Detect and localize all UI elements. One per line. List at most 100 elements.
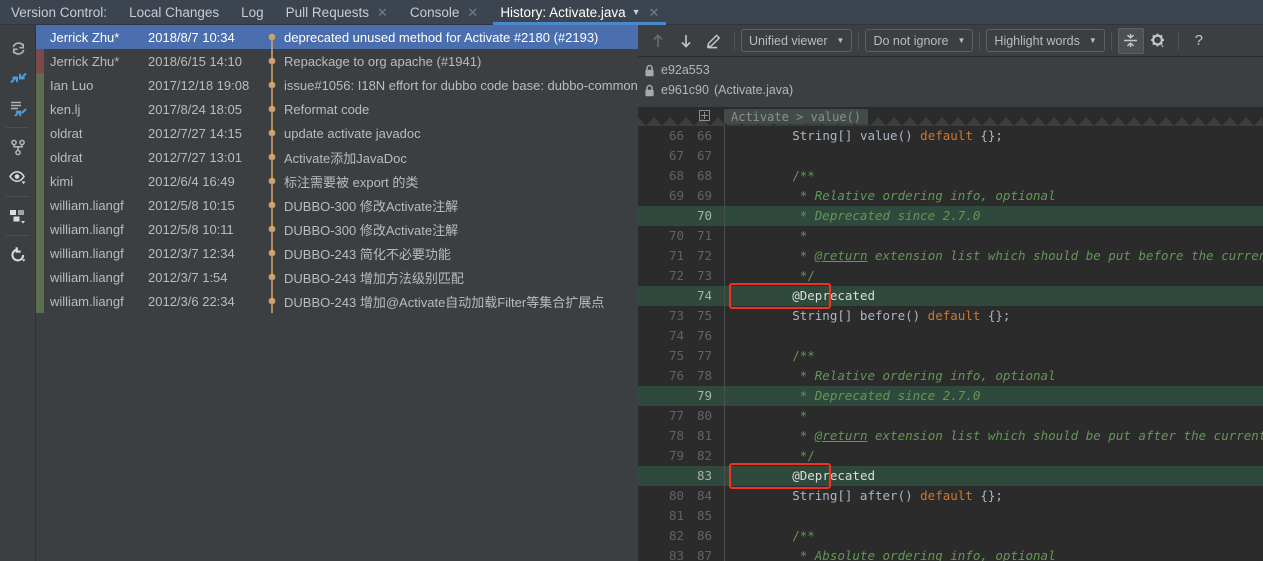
code-line[interactable]: 70 71 * xyxy=(638,226,1263,246)
group-by-button[interactable] xyxy=(0,201,36,231)
code-line[interactable]: 79 * Deprecated since 2.7.0 xyxy=(638,386,1263,406)
revert-button[interactable] xyxy=(0,240,36,270)
commit-date: 2012/5/8 10:15 xyxy=(148,197,235,213)
code-line[interactable]: 73 75 String[] before() default {}; xyxy=(638,306,1263,326)
commit-row[interactable]: william.liangf 2012/5/8 10:11 DUBBO-300 修改… xyxy=(36,217,638,241)
code-line[interactable]: 78 81 * @return extension list which shou… xyxy=(638,426,1263,446)
close-icon[interactable]: ✕ xyxy=(377,6,388,19)
line-number-new: 74 xyxy=(696,288,712,303)
code-token: /** xyxy=(732,168,815,183)
tab-local-changes[interactable]: Local Changes xyxy=(118,0,230,24)
next-difference-button[interactable] xyxy=(672,28,700,54)
code-text: * @return extension list which should be… xyxy=(732,246,1263,266)
commit-date: 2012/6/4 16:49 xyxy=(148,173,235,189)
commit-row[interactable]: william.liangf 2012/3/7 1:54 DUBBO-243 增加方… xyxy=(36,265,638,289)
fold-label[interactable]: Activate > value() xyxy=(724,109,869,124)
code-line[interactable]: 67 67 xyxy=(638,146,1263,166)
highlight-label: Highlight words xyxy=(994,33,1080,48)
code-line[interactable]: 82 86 /** xyxy=(638,526,1263,546)
code-line[interactable]: 76 78 * Relative ordering info, optional xyxy=(638,366,1263,386)
tab-version-control[interactable]: Version Control: xyxy=(0,0,118,24)
commit-date: 2012/5/8 10:11 xyxy=(148,221,234,237)
code-token: * xyxy=(732,248,815,263)
revision-line[interactable]: e92a553 xyxy=(644,60,1263,80)
chevron-down-icon: ▼ xyxy=(836,36,845,45)
code-line[interactable]: 74 76 xyxy=(638,326,1263,346)
commit-row[interactable]: william.liangf 2012/3/7 12:34 DUBBO-243 简化… xyxy=(36,241,638,265)
tool-window-tab-bar: Version Control: Local Changes Log Pull Req… xyxy=(0,0,1263,25)
code-line[interactable]: 80 84 String[] after() default {}; xyxy=(638,486,1263,506)
code-text: * @return extension list which should be… xyxy=(732,426,1263,446)
help-button[interactable]: ? xyxy=(1185,28,1213,54)
code-token: @return xyxy=(814,428,868,443)
commit-node-icon xyxy=(260,49,284,73)
show-details-button[interactable] xyxy=(0,162,36,192)
code-line[interactable]: 71 72 * @return extension list which shou… xyxy=(638,246,1263,266)
commit-row[interactable]: oldrat 2012/7/27 14:15 update activate jav… xyxy=(36,121,638,145)
diff-pane[interactable]: Unified viewer ▼ Do not ignore ▼ Highlig… xyxy=(638,25,1263,561)
commit-history-panel[interactable]: Jerrick Zhu* 2018/8/7 10:34 deprecated unu… xyxy=(36,25,638,561)
code-text: /** xyxy=(732,346,815,366)
close-icon[interactable]: ✕ xyxy=(467,6,478,19)
code-line[interactable]: 69 69 * Relative ordering info, optional xyxy=(638,186,1263,206)
collapse-all-button[interactable] xyxy=(0,63,36,93)
tab-console[interactable]: Console ✕ xyxy=(399,0,489,24)
code-line[interactable]: 79 82 */ xyxy=(638,446,1263,466)
highlight-dropdown[interactable]: Highlight words ▼ xyxy=(986,29,1105,52)
code-line[interactable]: 70 * Deprecated since 2.7.0 xyxy=(638,206,1263,226)
close-icon[interactable]: ✕ xyxy=(649,6,660,19)
viewer-mode-dropdown[interactable]: Unified viewer ▼ xyxy=(741,29,853,52)
code-line[interactable]: 83 87 * Absolute ordering info, optional xyxy=(638,546,1263,561)
code-line[interactable]: 74 @Deprecated xyxy=(638,286,1263,306)
whitespace-label: Do not ignore xyxy=(873,33,949,48)
commit-author: oldrat xyxy=(50,149,83,165)
tab-log[interactable]: Log xyxy=(230,0,275,24)
chevron-down-icon: ▼ xyxy=(957,36,966,45)
previous-difference-button[interactable] xyxy=(644,28,672,54)
commit-row[interactable]: Jerrick Zhu* 2018/6/15 14:10 Repackage to … xyxy=(36,49,638,73)
commit-row[interactable]: Ian Luo 2017/12/18 19:08 issue#1056: I18N … xyxy=(36,73,638,97)
commit-row[interactable]: oldrat 2012/7/27 13:01 Activate添加JavaDoc xyxy=(36,145,638,169)
code-line[interactable]: 72 73 */ xyxy=(638,266,1263,286)
whitespace-dropdown[interactable]: Do not ignore ▼ xyxy=(865,29,974,52)
code-line[interactable]: 75 77 /** xyxy=(638,346,1263,366)
commit-row[interactable]: ken.lj 2017/8/24 18:05 Reformat code xyxy=(36,97,638,121)
diff-settings-button[interactable] xyxy=(1144,28,1172,54)
commit-list[interactable]: Jerrick Zhu* 2018/8/7 10:34 deprecated unu… xyxy=(36,25,638,313)
tab-history-activate-java[interactable]: History: Activate.java ▼ ✕ xyxy=(489,0,670,25)
tab-pull-requests[interactable]: Pull Requests ✕ xyxy=(275,0,399,24)
gutter-divider xyxy=(724,386,725,406)
code-line[interactable]: 68 68 /** xyxy=(638,166,1263,186)
commit-subject: DUBBO-300 修改Activate注解 xyxy=(284,198,459,214)
line-number-new: 85 xyxy=(696,508,712,523)
edit-source-button[interactable] xyxy=(700,28,728,54)
commit-subject: DUBBO-243 简化不必要功能 xyxy=(284,246,451,262)
commit-row[interactable]: kimi 2012/6/4 16:49 标注需要被 export 的类 xyxy=(36,169,638,193)
code-line[interactable]: 66 66 String[] value() default {}; xyxy=(638,126,1263,146)
revision-line[interactable]: e961c90 (Activate.java) xyxy=(644,80,1263,100)
commit-date: 2018/6/15 14:10 xyxy=(148,53,242,69)
chevron-down-icon[interactable]: ▼ xyxy=(632,7,641,17)
collapse-unchanged-button[interactable] xyxy=(1117,27,1144,54)
line-number-new: 86 xyxy=(696,528,712,543)
commit-row[interactable]: william.liangf 2012/3/6 22:34 DUBBO-243 增加… xyxy=(36,289,638,313)
toolbar-separator-2 xyxy=(858,31,860,50)
code-line[interactable]: 77 80 * xyxy=(638,406,1263,426)
line-number-old: 76 xyxy=(668,368,684,383)
code-lines[interactable]: 66 66 String[] value() default {}; 67 67 68 6… xyxy=(638,126,1263,561)
commit-subject: Repackage to org apache (#1941) xyxy=(284,53,482,69)
diff-editor[interactable]: Activate > value() 66 66 String[] value()… xyxy=(638,107,1263,561)
expand-all-button[interactable] xyxy=(0,93,36,123)
show-branches-button[interactable] xyxy=(0,132,36,162)
gutter-divider xyxy=(724,166,725,186)
commit-subject: DUBBO-300 修改Activate注解 xyxy=(284,222,459,238)
code-line[interactable]: 81 85 xyxy=(638,506,1263,526)
expand-fold-icon[interactable] xyxy=(699,110,710,121)
folded-region-top[interactable]: Activate > value() xyxy=(638,107,1263,126)
code-line[interactable]: 83 @Deprecated xyxy=(638,466,1263,486)
refresh-button[interactable] xyxy=(0,33,36,63)
commit-row[interactable]: william.liangf 2012/5/8 10:15 DUBBO-300 修改… xyxy=(36,193,638,217)
gutter-divider xyxy=(724,126,725,146)
commit-row[interactable]: Jerrick Zhu* 2018/8/7 10:34 deprecated unu… xyxy=(36,25,638,49)
collapse-unchanged-icon xyxy=(1124,34,1138,47)
